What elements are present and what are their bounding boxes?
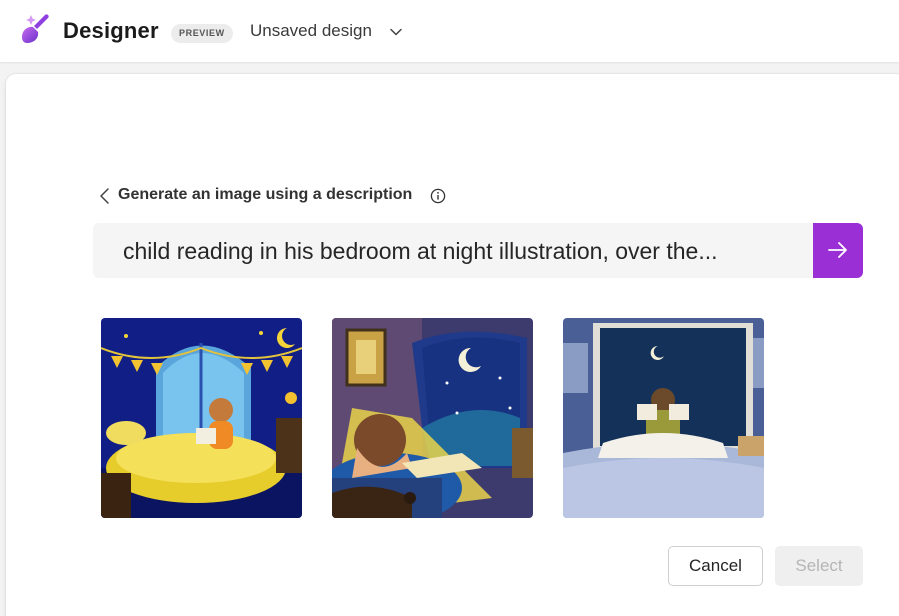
cancel-button[interactable]: Cancel: [668, 546, 763, 586]
back-label[interactable]: Generate an image using a description: [118, 186, 412, 204]
generated-image-3[interactable]: [563, 318, 764, 518]
info-icon[interactable]: [430, 188, 446, 204]
generated-image-2[interactable]: [332, 318, 533, 518]
app-title: Designer: [63, 18, 159, 43]
prompt-input[interactable]: child reading in his bedroom at night il…: [93, 223, 814, 278]
top-bar: Designer PREVIEW Unsaved design: [0, 0, 899, 62]
generate-button[interactable]: [813, 223, 863, 278]
arrow-right-icon: [828, 242, 847, 258]
prompt-text[interactable]: child reading in his bedroom at night il…: [123, 238, 718, 265]
document-title[interactable]: Unsaved design: [250, 21, 372, 41]
select-button[interactable]: Select: [775, 546, 863, 586]
chevron-down-icon[interactable]: [389, 25, 403, 39]
chevron-left-icon[interactable]: [98, 187, 112, 205]
generated-image-1[interactable]: [101, 318, 302, 518]
designer-logo-icon: [22, 14, 49, 43]
preview-badge: PREVIEW: [171, 24, 233, 43]
